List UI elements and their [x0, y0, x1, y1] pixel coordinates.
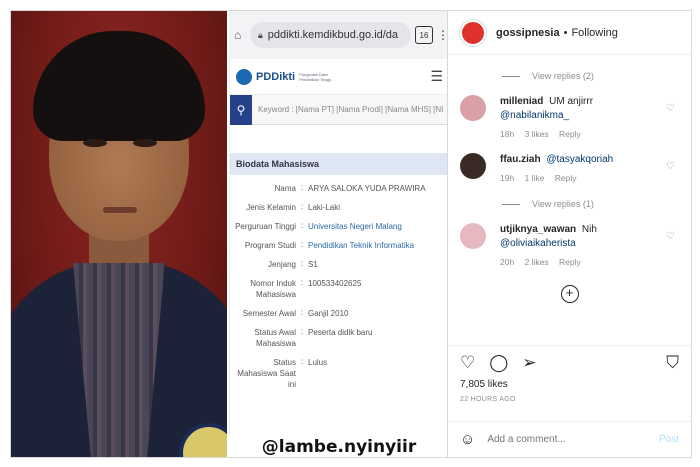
avatar[interactable] — [460, 19, 486, 46]
biodata-value: Laki-Laki — [308, 203, 341, 212]
emoji-icon[interactable]: ☺ — [460, 431, 475, 448]
plus-circle-icon[interactable]: + — [560, 285, 579, 303]
biodata-value: Lulus — [308, 358, 328, 367]
url-text: pddikti.kemdikbud.go.id/da — [267, 29, 399, 41]
comment-text: UM anjirrr — [549, 96, 594, 107]
home-icon: ⌂ — [234, 28, 242, 42]
comment-mention[interactable]: @tasyakqoriah — [546, 154, 613, 165]
heart-icon[interactable]: ♡ — [666, 231, 675, 242]
comment-time: 19h — [500, 173, 515, 183]
biodata-value: ARYA SALOKA YUDA PRAWIRA — [308, 184, 426, 193]
avatar[interactable] — [460, 223, 486, 249]
pddikti-search: ⚲ Keyword : [Nama PT] [Nama Prodi] [Nama… — [230, 94, 447, 125]
comment-time: 18h — [500, 129, 515, 139]
post-actions: ♡ ◯ ➢ ⛉ — [448, 345, 691, 379]
biodata-value: Pendidikan Teknik Informatika — [308, 241, 415, 250]
view-replies-link[interactable]: View replies (1) — [502, 199, 679, 209]
comments-list: View replies (2) milleniad UM anjirrr @n… — [448, 55, 691, 345]
comment-likes[interactable]: 2 likes — [525, 257, 549, 267]
student-portrait — [11, 11, 227, 457]
biodata-row: Status Mahasiswa Saat ini: Lulus — [230, 357, 447, 390]
biodata-key: Perguruan Tinggi — [235, 222, 296, 231]
comment-mention[interactable]: @oliviaikaherista — [500, 238, 576, 249]
pddikti-logo-text: PDDikti — [256, 70, 296, 83]
biodata-value: Universitas Negeri Malang — [308, 222, 402, 231]
post-button[interactable]: Post — [659, 434, 679, 445]
biodata-value: Peserta didik baru — [308, 328, 373, 337]
view-replies-link[interactable]: View replies (2) — [502, 71, 679, 81]
post-image[interactable]: ⌂ 🔒︎ pddikti.kemdikbud.go.id/da 16 ⋮ PDD… — [10, 10, 448, 458]
comment-time: 20h — [500, 257, 515, 267]
avatar[interactable] — [460, 153, 486, 179]
biodata-row: Program Studi: Pendidikan Teknik Informa… — [230, 240, 447, 251]
biodata-value: 100533402625 — [308, 279, 362, 288]
biodata-list: Nama: ARYA SALOKA YUDA PRAWIRA Jenis Kel… — [230, 183, 447, 390]
pddikti-logo-subtitle: Pangkalan Data Pendidikan Tinggi — [299, 71, 331, 82]
hamburger-icon: ☰ — [430, 68, 443, 84]
biodata-key: Semester Awal — [242, 309, 296, 318]
share-icon[interactable]: ➢ — [522, 354, 536, 371]
post-time: 22 HOURS AGO — [460, 396, 516, 403]
biodata-key: Status Awal Mahasiswa — [254, 328, 296, 348]
comment: utjiknya_wawan Nih @oliviaikaherista 20h… — [460, 223, 679, 267]
reply-button[interactable]: Reply — [559, 257, 581, 267]
likes-count[interactable]: 7,805 likes — [448, 379, 691, 390]
post-header: gossipnesia • Following — [448, 11, 691, 55]
heart-icon[interactable]: ♡ — [666, 103, 675, 114]
comment-mention[interactable]: @nabilanikma_ — [500, 110, 569, 121]
biodata-row: Jenis Kelamin: Laki-Laki — [230, 202, 447, 213]
watermark: @lambe.nyinyiir — [229, 436, 447, 457]
biodata-value: S1 — [308, 260, 318, 269]
biodata-key: Jenis Kelamin — [246, 203, 296, 212]
load-more-comments[interactable]: + — [460, 285, 679, 303]
biodata-row: Nama: ARYA SALOKA YUDA PRAWIRA — [230, 183, 447, 194]
biodata-row: Semester Awal: Ganjil 2010 — [230, 308, 447, 319]
lock-icon: 🔒︎ — [258, 29, 263, 40]
comment: ffau.ziah @tasyakqoriah 19h 1 like Reply… — [460, 153, 679, 183]
search-placeholder: Keyword : [Nama PT] [Nama Prodi] [Nama M… — [258, 105, 444, 114]
comment-text: Nih — [581, 224, 597, 235]
biodata-key: Nama — [274, 184, 296, 193]
biodata-row: Nomor Induk Mahasiswa: 100533402625 — [230, 278, 447, 300]
pddikti-header: PDDikti Pangkalan Data Pendidikan Tinggi… — [230, 59, 447, 95]
browser-url-bar: ⌂ 🔒︎ pddikti.kemdikbud.go.id/da 16 ⋮ — [230, 11, 448, 59]
biodata-heading: Biodata Mahasiswa — [230, 153, 447, 175]
comment-username[interactable]: milleniad — [500, 96, 543, 107]
comment-icon[interactable]: ◯ — [489, 354, 508, 371]
biodata-value: Ganjil 2010 — [308, 309, 349, 318]
bookmark-icon[interactable]: ⛉ — [666, 354, 679, 371]
comment-username[interactable]: utjiknya_wawan — [500, 224, 576, 235]
biodata-key: Status Mahasiswa Saat ini — [237, 358, 296, 389]
biodata-row: Perguruan Tinggi: Universitas Negeri Mal… — [230, 221, 447, 232]
pddikti-screenshot: ⌂ 🔒︎ pddikti.kemdikbud.go.id/da 16 ⋮ PDD… — [229, 11, 448, 457]
avatar[interactable] — [460, 95, 486, 121]
comment-username[interactable]: ffau.ziah — [500, 154, 541, 165]
biodata-key: Jenjang — [267, 260, 296, 269]
reply-button[interactable]: Reply — [559, 129, 581, 139]
comment-input[interactable] — [487, 434, 659, 445]
comment-likes[interactable]: 1 like — [525, 173, 545, 183]
account-username[interactable]: gossipnesia — [496, 27, 560, 39]
tab-count-icon: 16 — [415, 26, 433, 44]
search-icon: ⚲ — [230, 94, 252, 125]
add-comment-bar: ☺ Post — [448, 421, 691, 457]
more-icon: ⋮ — [437, 28, 448, 42]
biodata-key: Program Studi — [244, 241, 296, 250]
reply-button[interactable]: Reply — [555, 173, 577, 183]
heart-icon[interactable]: ♡ — [666, 161, 675, 172]
instagram-panel: gossipnesia • Following View replies (2)… — [448, 10, 692, 458]
url-field: 🔒︎ pddikti.kemdikbud.go.id/da — [250, 22, 411, 48]
biodata-key: Nomor Induk Mahasiswa — [250, 279, 296, 299]
biodata-row: Jenjang: S1 — [230, 259, 447, 270]
comment: milleniad UM anjirrr @nabilanikma_ 18h 3… — [460, 95, 679, 139]
pddikti-logo-icon — [236, 68, 252, 85]
follow-status[interactable]: Following — [571, 27, 617, 39]
heart-icon[interactable]: ♡ — [460, 354, 475, 371]
biodata-row: Status Awal Mahasiswa: Peserta didik bar… — [230, 327, 447, 349]
comment-likes[interactable]: 3 likes — [525, 129, 549, 139]
